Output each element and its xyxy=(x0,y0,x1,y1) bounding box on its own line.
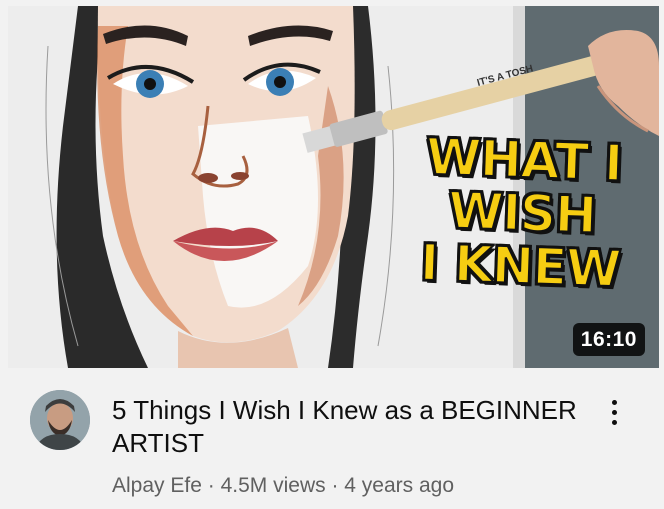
duration-badge: 16:10 xyxy=(572,323,645,356)
overlay-line: I KNEW xyxy=(418,232,622,299)
video-metadata: Alpay Efe · 4.5M views · 4 years ago xyxy=(112,474,454,498)
meta-separator: · xyxy=(207,474,215,497)
view-count: 4.5M views xyxy=(220,474,326,497)
overlay-line: WHAT I xyxy=(424,127,624,194)
video-thumbnail[interactable]: IT'S A TOSH WHAT I WISH I KNEW 16:10 xyxy=(8,6,659,368)
thumbnail-overlay-text: WHAT I WISH I KNEW xyxy=(403,127,640,300)
video-title[interactable]: 5 Things I Wish I Knew as a BEGINNER ART… xyxy=(112,394,582,460)
meta-separator: · xyxy=(331,474,339,497)
avatar-image xyxy=(30,390,90,450)
channel-avatar[interactable] xyxy=(30,390,90,450)
upload-age: 4 years ago xyxy=(344,474,455,497)
more-vert-icon[interactable] xyxy=(598,392,630,432)
video-card[interactable]: IT'S A TOSH WHAT I WISH I KNEW 16:10 5 T… xyxy=(0,0,664,509)
channel-name[interactable]: Alpay Efe xyxy=(112,474,202,497)
